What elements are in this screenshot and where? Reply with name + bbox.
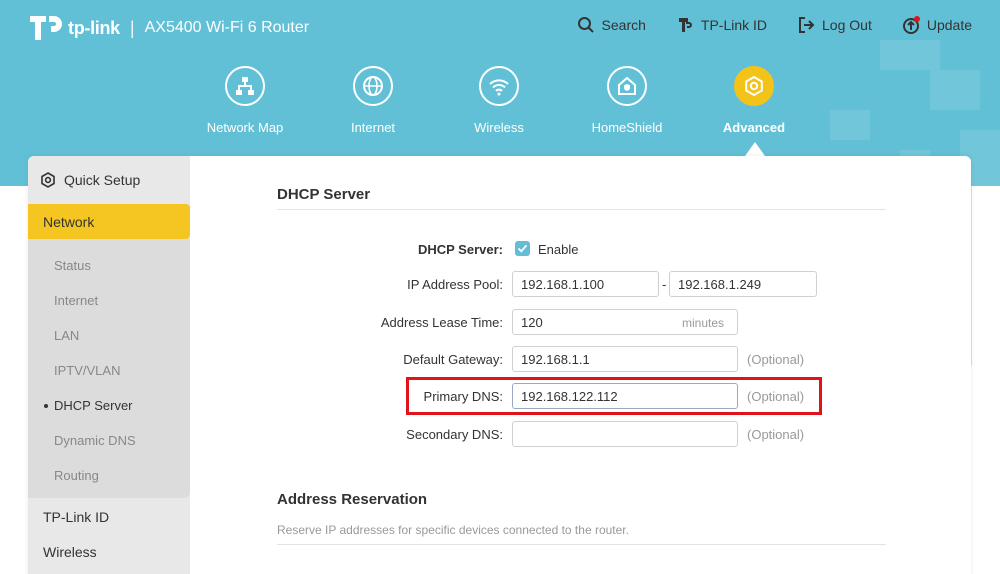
update-button[interactable]: Update <box>902 16 972 34</box>
checkmark-icon <box>517 244 528 253</box>
primary-dns-optional: (Optional) <box>747 389 805 404</box>
tplink-id-icon <box>678 18 692 32</box>
model-name: AX5400 Wi-Fi 6 Router <box>144 19 310 36</box>
gear-icon <box>745 75 763 97</box>
lease-time-unit: minutes <box>682 316 725 330</box>
tplink-id-label: TP-Link ID <box>700 17 768 33</box>
nav-label: Internet <box>350 120 396 135</box>
sidebar-network-submenu: Status Internet LAN IPTV/VLAN DHCP Serve… <box>28 239 190 498</box>
sidebar-subitem-label: DHCP Server <box>54 398 133 413</box>
section-divider <box>277 209 886 210</box>
secondary-dns-optional: (Optional) <box>747 427 805 442</box>
top-actions: Search TP-Link ID Log Out Update <box>577 16 972 34</box>
update-label: Update <box>926 17 972 33</box>
logout-label: Log Out <box>822 17 872 33</box>
nav-label: Wireless <box>474 120 524 135</box>
ip-pool-label: IP Address Pool: <box>407 277 503 292</box>
nav-wireless[interactable]: Wireless <box>444 66 554 135</box>
reservation-description: Reserve IP addresses for specific device… <box>277 523 629 537</box>
main-nav: Network Map Internet Wireless HomeShield… <box>0 66 1000 166</box>
sidebar-subitem-dhcp-server[interactable]: DHCP Server <box>44 398 133 413</box>
nav-circle <box>353 66 393 106</box>
sidebar-subitem-lan[interactable]: LAN <box>54 328 79 343</box>
nav-label: Network Map <box>206 120 284 135</box>
sidebar-item-wireless[interactable]: Wireless <box>43 544 97 560</box>
reservation-section-title: Address Reservation <box>277 491 428 508</box>
sidebar-item-label: Network <box>43 213 95 230</box>
sidebar-item-network[interactable]: Network <box>28 204 190 239</box>
secondary-dns-input[interactable] <box>512 421 738 447</box>
homeshield-icon <box>618 76 636 95</box>
sidebar-item-quick-setup[interactable]: Quick Setup <box>28 156 190 204</box>
sidebar-subitem-dynamic-dns[interactable]: Dynamic DNS <box>54 433 136 448</box>
nav-circle <box>734 66 774 106</box>
sidebar-subitem-internet[interactable]: Internet <box>54 293 98 308</box>
brand-separator: | <box>129 17 135 38</box>
sidebar-subitem-status[interactable]: Status <box>54 258 91 273</box>
section-divider <box>277 544 886 545</box>
wifi-icon <box>489 79 509 96</box>
dhcp-enable-label: Enable <box>538 242 579 257</box>
tplink-logo-icon <box>30 16 62 40</box>
default-gateway-optional: (Optional) <box>747 352 805 367</box>
ip-pool-start-input[interactable] <box>512 271 659 297</box>
nav-circle <box>479 66 519 106</box>
globe-icon <box>363 76 383 96</box>
dhcp-server-label: DHCP Server: <box>417 242 503 257</box>
nav-internet[interactable]: Internet <box>318 66 428 135</box>
main-panel: Quick Setup Network Status Internet LAN … <box>28 156 971 574</box>
update-icon <box>902 16 920 34</box>
sidebar: Quick Setup Network Status Internet LAN … <box>28 156 190 574</box>
active-nav-pointer <box>745 142 765 156</box>
search-icon <box>577 17 594 33</box>
sidebar-item-label: Quick Setup <box>64 172 141 188</box>
nav-network-map[interactable]: Network Map <box>190 66 300 135</box>
nav-circle <box>607 66 647 106</box>
ip-pool-dash: - <box>662 277 667 292</box>
nav-label: HomeShield <box>591 120 663 135</box>
primary-dns-input[interactable] <box>512 383 738 409</box>
default-gateway-input[interactable] <box>512 346 738 372</box>
sidebar-subitem-routing[interactable]: Routing <box>54 468 99 483</box>
quick-setup-icon <box>41 172 55 188</box>
default-gateway-label: Default Gateway: <box>403 352 503 367</box>
tplink-id-button[interactable]: TP-Link ID <box>676 16 767 34</box>
brand-name: tp-link <box>68 17 120 38</box>
nav-circle <box>225 66 265 106</box>
search-button[interactable]: Search <box>577 16 646 34</box>
dhcp-section-title: DHCP Server <box>277 186 371 203</box>
ip-pool-end-input[interactable] <box>669 271 817 297</box>
active-dot <box>44 404 48 408</box>
nav-advanced[interactable]: Advanced <box>699 66 809 135</box>
lease-time-label: Address Lease Time: <box>380 315 503 330</box>
logo[interactable]: tp-link | AX5400 Wi-Fi 6 Router <box>28 12 309 44</box>
sidebar-subitem-iptv-vlan[interactable]: IPTV/VLAN <box>54 363 120 378</box>
search-label: Search <box>601 17 646 33</box>
secondary-dns-label: Secondary DNS: <box>406 427 503 442</box>
logout-icon <box>799 17 815 33</box>
sidebar-item-tplink-id[interactable]: TP-Link ID <box>43 509 109 525</box>
logout-button[interactable]: Log Out <box>797 16 872 34</box>
dhcp-enable-checkbox[interactable] <box>515 241 530 256</box>
nav-label: Advanced <box>722 120 786 135</box>
primary-dns-label: Primary DNS: <box>423 389 503 404</box>
network-map-icon <box>236 77 254 95</box>
nav-homeshield[interactable]: HomeShield <box>572 66 682 135</box>
